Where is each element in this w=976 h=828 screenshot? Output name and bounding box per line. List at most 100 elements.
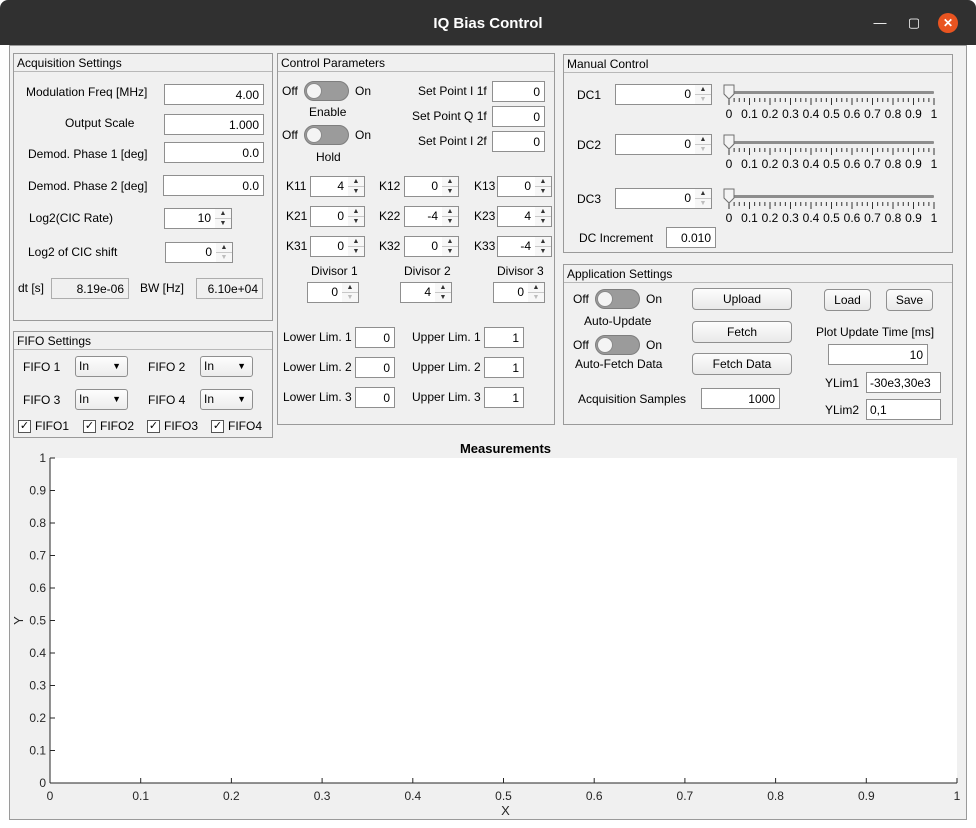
spinner-buttons[interactable]: ▲ ▼: [348, 206, 365, 227]
spin-up-icon[interactable]: ▲: [435, 283, 451, 293]
spin-up-icon[interactable]: ▲: [348, 237, 364, 247]
k33-spinner[interactable]: -4 ▲ ▼: [497, 236, 552, 257]
dc3-slider[interactable]: 0 0.1 0.2 0.3 0.4 0.5 0.6 0.7 0.8 0.9 1: [722, 186, 942, 226]
spin-down-icon[interactable]: ▼: [695, 145, 711, 155]
divisor-3-value[interactable]: 0: [493, 282, 529, 303]
spin-down-icon[interactable]: ▼: [535, 187, 551, 197]
k21-spinner[interactable]: 0 ▲ ▼: [310, 206, 365, 227]
spin-up-icon[interactable]: ▲: [215, 209, 231, 219]
dc1-slider[interactable]: 0 0.1 0.2 0.3 0.4 0.5 0.6 0.7 0.8 0.9 1: [722, 82, 942, 122]
minimize-icon[interactable]: —: [870, 13, 890, 33]
k33-value[interactable]: -4: [497, 236, 536, 257]
dc1-value[interactable]: 0: [615, 84, 696, 105]
cic-shift-spinner[interactable]: 0 ▲ ▼: [165, 242, 233, 263]
lower-lim-2-field[interactable]: 0: [355, 357, 395, 378]
spin-down-icon[interactable]: ▼: [528, 293, 544, 303]
switch-knob[interactable]: [306, 127, 322, 143]
spin-up-icon[interactable]: ▲: [535, 237, 551, 247]
k13-spinner[interactable]: 0 ▲ ▼: [497, 176, 552, 197]
spin-up-icon[interactable]: ▲: [442, 207, 458, 217]
divisor-1-spinner[interactable]: 0 ▲ ▼: [307, 282, 359, 303]
demod-phase-1-field[interactable]: 0.0: [164, 142, 264, 163]
hold-switch[interactable]: [304, 125, 349, 145]
measurements-plot[interactable]: Measurements 0 0.1 0.2 0.3 0.4 0.5 0.6 0.7 0.8 0.9…: [10, 439, 966, 819]
divisor-2-spinner[interactable]: 4 ▲ ▼: [400, 282, 452, 303]
plot-update-time-field[interactable]: 10: [828, 344, 928, 365]
k23-value[interactable]: 4: [497, 206, 536, 227]
spin-up-icon[interactable]: ▲: [535, 177, 551, 187]
switch-knob[interactable]: [597, 337, 613, 353]
spin-down-icon[interactable]: ▼: [342, 293, 358, 303]
output-scale-field[interactable]: 1.000: [164, 114, 264, 135]
spinner-buttons[interactable]: ▲ ▼: [442, 206, 459, 227]
dc1-spinner[interactable]: 0 ▲ ▼: [615, 84, 712, 105]
dc2-slider[interactable]: 0 0.1 0.2 0.3 0.4 0.5 0.6 0.7 0.8 0.9 1: [722, 132, 942, 172]
fetch-data-button[interactable]: Fetch Data: [692, 353, 792, 375]
lower-lim-3-field[interactable]: 0: [355, 387, 395, 408]
k12-value[interactable]: 0: [404, 176, 443, 197]
check-icon[interactable]: ✓: [18, 420, 31, 433]
spin-up-icon[interactable]: ▲: [348, 207, 364, 217]
spin-up-icon[interactable]: ▲: [442, 177, 458, 187]
fetch-button[interactable]: Fetch: [692, 321, 792, 343]
slider-graphic[interactable]: 0 0.1 0.2 0.3 0.4 0.5 0.6 0.7 0.8 0.9 1: [722, 132, 942, 172]
spin-up-icon[interactable]: ▲: [442, 237, 458, 247]
fifo-3-dropdown[interactable]: In ▼: [75, 389, 128, 410]
dc3-value[interactable]: 0: [615, 188, 696, 209]
k22-value[interactable]: -4: [404, 206, 443, 227]
divisor-2-value[interactable]: 4: [400, 282, 436, 303]
spin-down-icon[interactable]: ▼: [435, 293, 451, 303]
spin-down-icon[interactable]: ▼: [695, 199, 711, 209]
divisor-1-value[interactable]: 0: [307, 282, 343, 303]
slider-thumb[interactable]: [723, 188, 735, 204]
auto-fetch-switch[interactable]: [595, 335, 640, 355]
spinner-buttons[interactable]: ▲ ▼: [342, 282, 359, 303]
k31-value[interactable]: 0: [310, 236, 349, 257]
fifo-2-dropdown[interactable]: In ▼: [200, 356, 253, 377]
spin-up-icon[interactable]: ▲: [216, 243, 232, 253]
spin-down-icon[interactable]: ▼: [442, 187, 458, 197]
spin-down-icon[interactable]: ▼: [215, 219, 231, 229]
demod-phase-2-field[interactable]: 0.0: [163, 175, 264, 196]
upload-button[interactable]: Upload: [692, 288, 792, 310]
cic-rate-value[interactable]: 10: [164, 208, 216, 229]
spin-up-icon[interactable]: ▲: [695, 85, 711, 95]
spinner-buttons[interactable]: ▲ ▼: [435, 282, 452, 303]
spinner-buttons[interactable]: ▲ ▼: [348, 176, 365, 197]
dc2-value[interactable]: 0: [615, 134, 696, 155]
switch-knob[interactable]: [306, 83, 322, 99]
k11-value[interactable]: 4: [310, 176, 349, 197]
modulation-freq-field[interactable]: 4.00: [164, 84, 264, 105]
k22-spinner[interactable]: -4 ▲ ▼: [404, 206, 459, 227]
spin-down-icon[interactable]: ▼: [348, 217, 364, 227]
spin-down-icon[interactable]: ▼: [442, 247, 458, 257]
upper-lim-2-field[interactable]: 1: [484, 357, 524, 378]
k32-value[interactable]: 0: [404, 236, 443, 257]
load-button[interactable]: Load: [824, 289, 871, 311]
upper-lim-3-field[interactable]: 1: [484, 387, 524, 408]
slider-thumb[interactable]: [723, 84, 735, 100]
spin-down-icon[interactable]: ▼: [348, 247, 364, 257]
spinner-buttons[interactable]: ▲ ▼: [442, 236, 459, 257]
slider-thumb[interactable]: [723, 134, 735, 150]
spin-up-icon[interactable]: ▲: [342, 283, 358, 293]
check-icon[interactable]: ✓: [147, 420, 160, 433]
k12-spinner[interactable]: 0 ▲ ▼: [404, 176, 459, 197]
dc3-spinner[interactable]: 0 ▲ ▼: [615, 188, 712, 209]
ylim2-field[interactable]: 0,1: [866, 399, 941, 420]
spin-up-icon[interactable]: ▲: [695, 135, 711, 145]
fifo-1-dropdown[interactable]: In ▼: [75, 356, 128, 377]
enable-switch[interactable]: [304, 81, 349, 101]
spin-down-icon[interactable]: ▼: [442, 217, 458, 227]
k23-spinner[interactable]: 4 ▲ ▼: [497, 206, 552, 227]
upper-lim-1-field[interactable]: 1: [484, 327, 524, 348]
set-point-i1-field[interactable]: 0: [492, 81, 545, 102]
spinner-buttons[interactable]: ▲ ▼: [442, 176, 459, 197]
k13-value[interactable]: 0: [497, 176, 536, 197]
spinner-buttons[interactable]: ▲ ▼: [535, 236, 552, 257]
slider-graphic[interactable]: 0 0.1 0.2 0.3 0.4 0.5 0.6 0.7 0.8 0.9 1: [722, 186, 942, 226]
spinner-buttons[interactable]: ▲ ▼: [535, 176, 552, 197]
spin-up-icon[interactable]: ▲: [348, 177, 364, 187]
acquisition-samples-field[interactable]: 1000: [701, 388, 780, 409]
dc2-spinner[interactable]: 0 ▲ ▼: [615, 134, 712, 155]
